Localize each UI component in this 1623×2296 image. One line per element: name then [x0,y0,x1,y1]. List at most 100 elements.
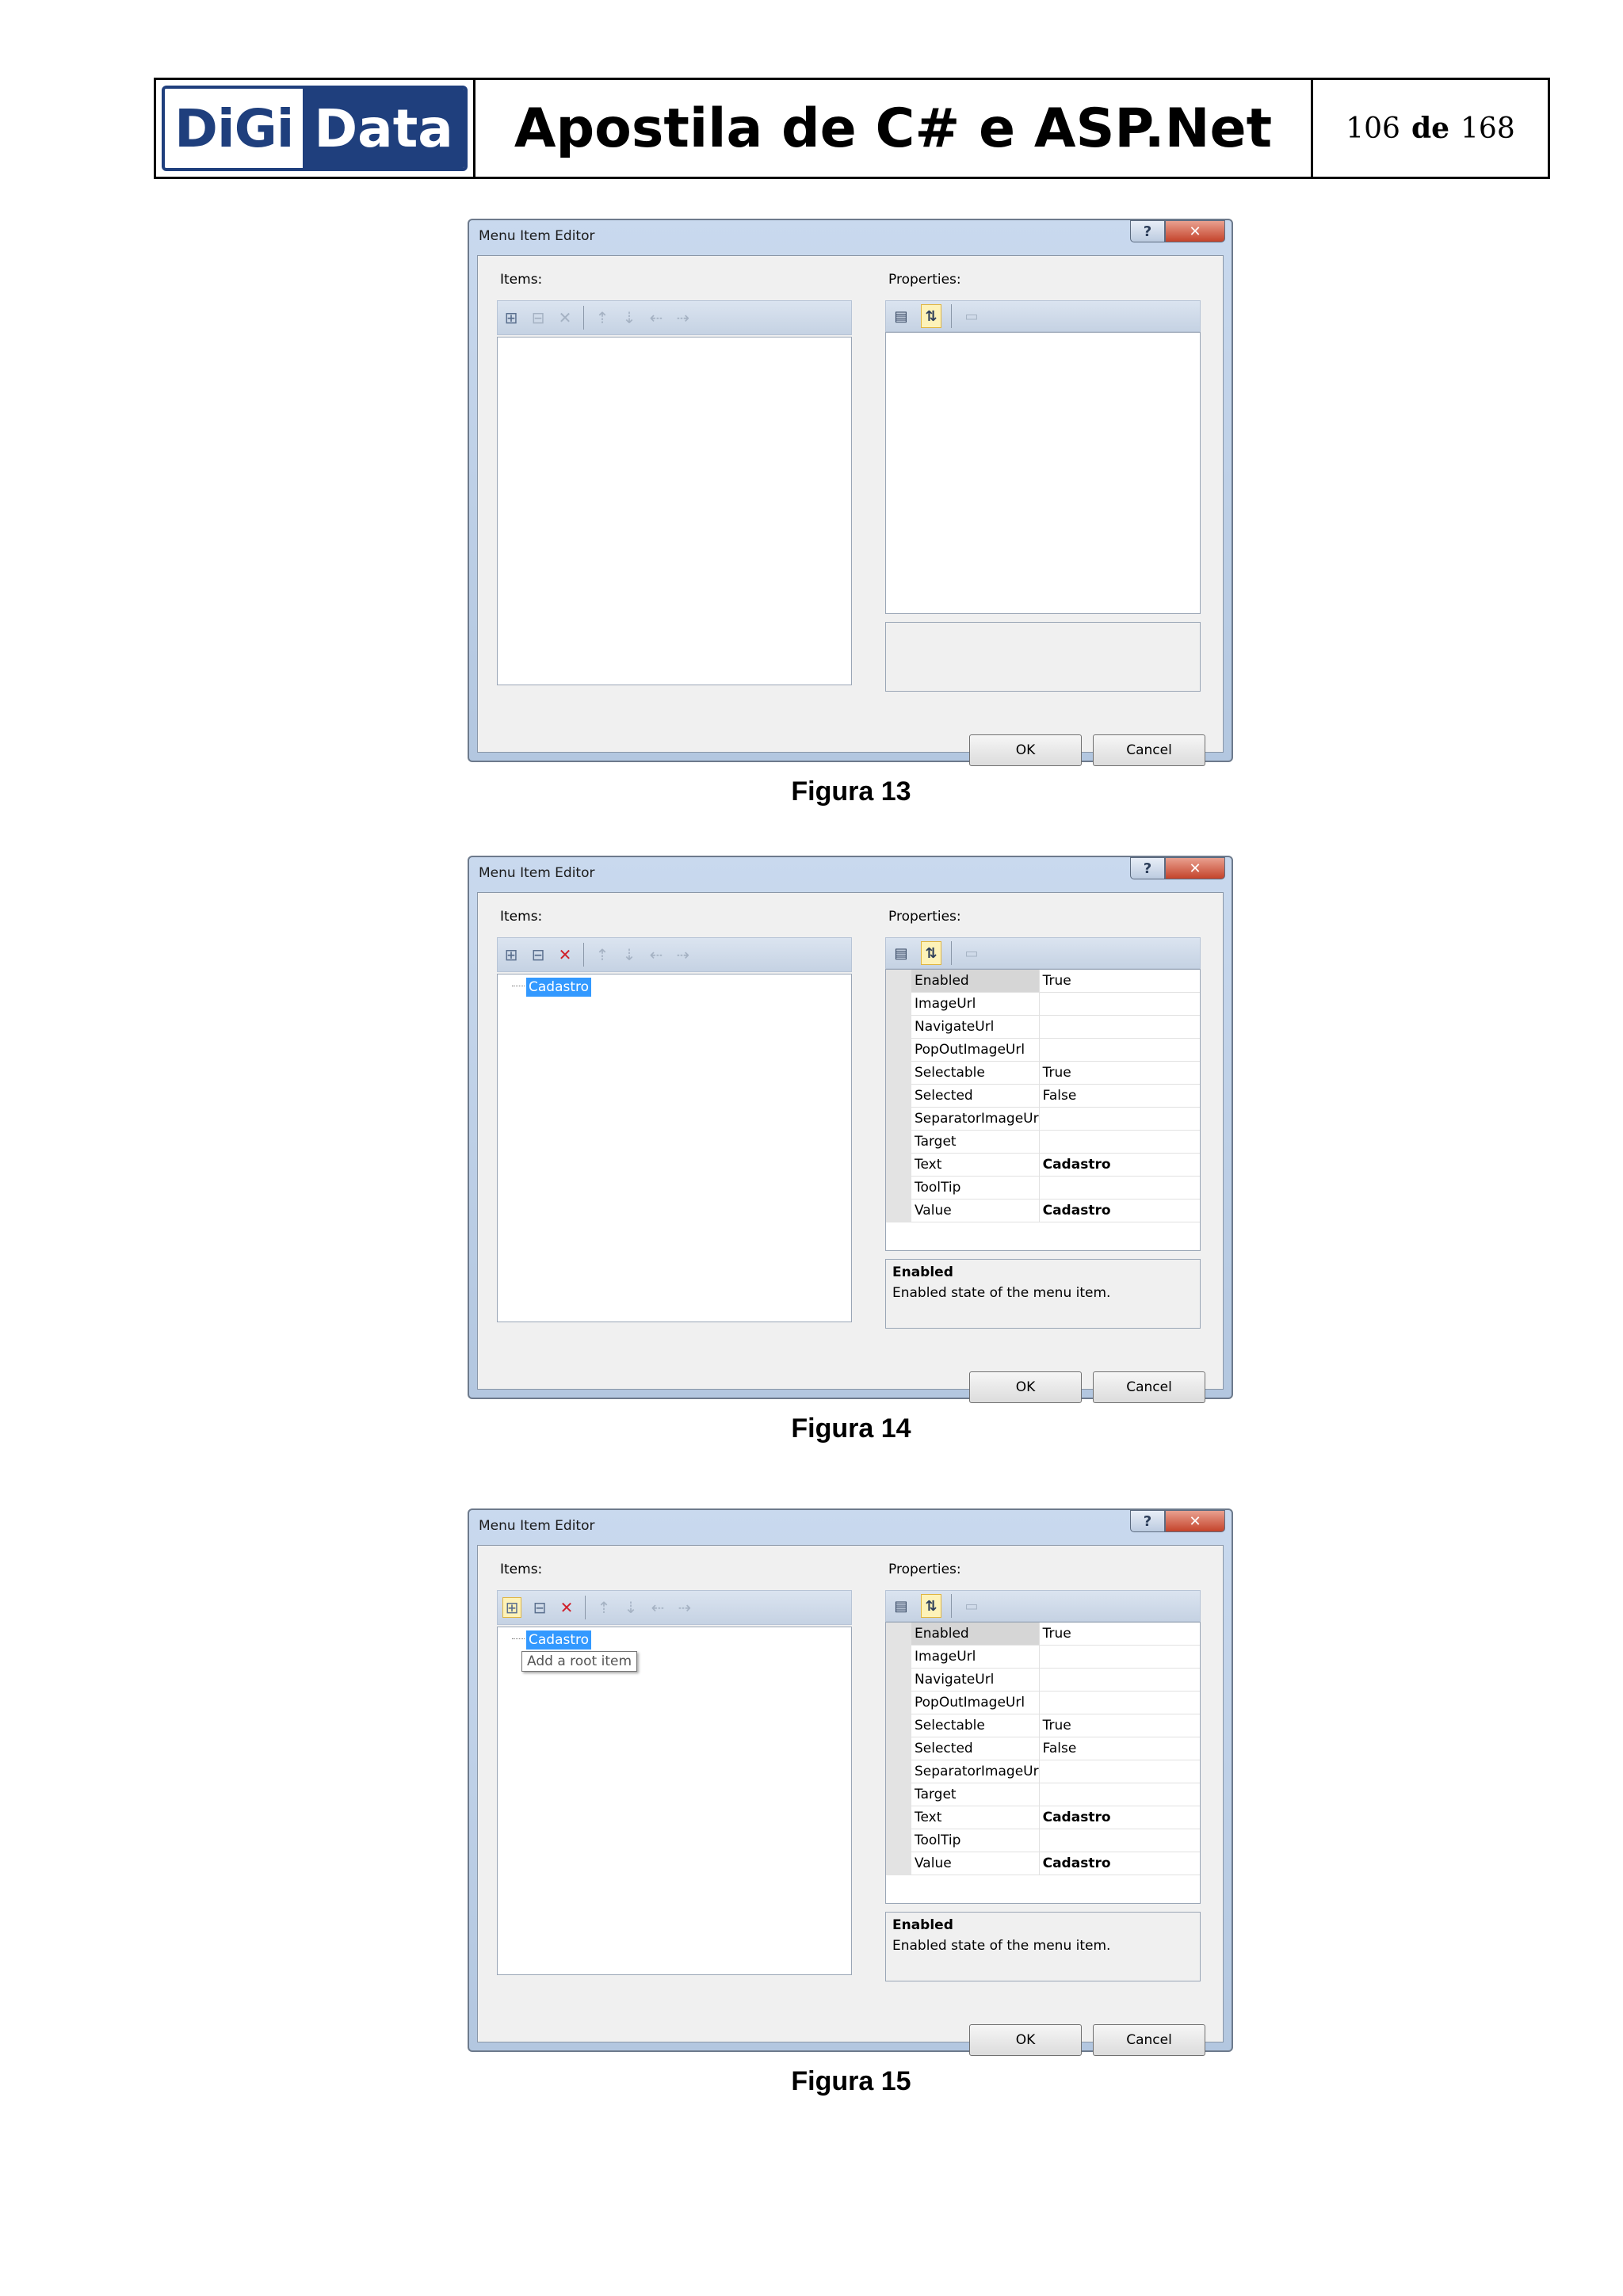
ok-button[interactable]: OK [969,1371,1082,1403]
property-value[interactable] [1039,1668,1200,1691]
add-child-item-icon[interactable]: ⊟ [531,1598,548,1617]
property-value[interactable] [1039,1176,1200,1199]
items-tree[interactable]: Cadastro [497,974,852,1322]
alphabetical-sort-icon[interactable]: ⇅ [921,1594,941,1618]
property-row[interactable]: Text Cadastro [886,1153,1200,1177]
property-value[interactable]: False [1039,1737,1200,1760]
tree-node-cadastro[interactable]: Cadastro [526,978,592,997]
indent-icon[interactable]: ⇢ [676,1598,693,1617]
outdent-icon[interactable]: ⇠ [647,945,665,964]
property-value[interactable]: Cadastro [1039,1153,1200,1177]
tree-node-cadastro[interactable]: Cadastro [526,1630,592,1650]
move-up-icon[interactable]: ⇡ [595,1598,613,1617]
property-row[interactable]: Target [886,1130,1200,1154]
alphabetical-sort-icon[interactable]: ⇅ [921,941,941,965]
property-value[interactable] [1039,1645,1200,1669]
property-row[interactable]: Value Cadastro [886,1852,1200,1875]
delete-item-icon[interactable]: ✕ [556,945,574,964]
property-row[interactable]: Text Cadastro [886,1806,1200,1829]
help-button[interactable]: ? [1130,857,1165,879]
property-row[interactable]: ImageUrl [886,992,1200,1016]
property-row[interactable]: NavigateUrl [886,1015,1200,1039]
cancel-button[interactable]: Cancel [1093,1371,1205,1403]
close-button[interactable]: ✕ [1165,857,1225,879]
properties-toolbar: ▤ ⇅ ▭ [885,1590,1201,1622]
close-button[interactable]: ✕ [1165,1510,1225,1532]
move-up-icon[interactable]: ⇡ [594,945,611,964]
move-up-icon[interactable]: ⇡ [594,308,611,327]
items-label: Items: [500,272,543,288]
property-name: Target [911,1783,1040,1806]
property-grid[interactable]: Enabled True ImageUrl NavigateUrl PopOutI… [885,1622,1201,1904]
toolbar-separator [583,943,584,967]
property-pages-icon[interactable]: ▭ [961,304,982,328]
property-row[interactable]: ImageUrl [886,1645,1200,1669]
property-value[interactable] [1039,1760,1200,1783]
property-row[interactable]: PopOutImageUrl [886,1691,1200,1714]
property-value[interactable]: True [1039,1623,1200,1646]
items-tree[interactable] [497,337,852,685]
categorized-icon[interactable]: ▤ [891,304,911,328]
property-row[interactable]: ToolTip [886,1176,1200,1199]
toolbar-separator [951,1594,952,1618]
property-value[interactable] [1039,1015,1200,1039]
indent-icon[interactable]: ⇢ [674,308,692,327]
property-value[interactable]: Cadastro [1039,1199,1200,1222]
property-row[interactable]: Selected False [886,1084,1200,1108]
add-root-item-icon[interactable]: ⊞ [502,308,520,327]
property-row[interactable]: Value Cadastro [886,1199,1200,1222]
property-pages-icon[interactable]: ▭ [961,941,982,965]
cancel-button[interactable]: Cancel [1093,734,1205,766]
add-child-item-icon[interactable]: ⊟ [529,308,547,327]
outdent-icon[interactable]: ⇠ [647,308,665,327]
move-down-icon[interactable]: ⇣ [622,1598,640,1617]
property-row[interactable]: Selectable True [886,1714,1200,1737]
add-child-item-icon[interactable]: ⊟ [529,945,547,964]
move-down-icon[interactable]: ⇣ [621,308,638,327]
property-grid[interactable]: Enabled True ImageUrl NavigateUrl PopOutI… [885,969,1201,1251]
property-row[interactable]: NavigateUrl [886,1668,1200,1691]
property-row[interactable]: Target [886,1783,1200,1806]
property-value[interactable] [1039,1038,1200,1062]
property-row[interactable]: Selected False [886,1737,1200,1760]
property-value[interactable] [1039,992,1200,1016]
add-root-item-icon[interactable]: ⊞ [502,1597,521,1618]
indent-icon[interactable]: ⇢ [674,945,692,964]
property-value[interactable]: True [1039,1061,1200,1085]
property-row[interactable]: PopOutImageUrl [886,1038,1200,1062]
property-value[interactable]: True [1039,1714,1200,1737]
help-button[interactable]: ? [1130,1510,1165,1532]
property-row[interactable]: Enabled True [886,1623,1200,1646]
property-value[interactable] [1039,1783,1200,1806]
property-row[interactable]: Enabled True [886,970,1200,993]
property-row[interactable]: SeparatorImageUr [886,1760,1200,1783]
property-value[interactable] [1039,1691,1200,1714]
help-button[interactable]: ? [1130,220,1165,242]
cancel-button[interactable]: Cancel [1093,2024,1205,2056]
property-value[interactable]: Cadastro [1039,1806,1200,1829]
categorized-icon[interactable]: ▤ [891,941,911,965]
property-value[interactable]: True [1039,970,1200,993]
property-value[interactable]: Cadastro [1039,1852,1200,1875]
property-row[interactable]: SeparatorImageUr [886,1107,1200,1131]
add-root-item-icon[interactable]: ⊞ [502,945,520,964]
ok-button[interactable]: OK [969,734,1082,766]
property-row[interactable]: Selectable True [886,1061,1200,1085]
delete-item-icon[interactable]: ✕ [556,308,574,327]
ok-button[interactable]: OK [969,2024,1082,2056]
property-value[interactable]: False [1039,1084,1200,1108]
items-tree[interactable]: Cadastro Add a root item [497,1627,852,1975]
property-table: Enabled True ImageUrl NavigateUrl PopOutI… [886,970,1200,1222]
property-value[interactable] [1039,1107,1200,1131]
close-button[interactable]: ✕ [1165,220,1225,242]
property-pages-icon[interactable]: ▭ [961,1594,982,1618]
delete-item-icon[interactable]: ✕ [558,1598,575,1617]
property-value[interactable] [1039,1829,1200,1852]
alphabetical-sort-icon[interactable]: ⇅ [921,304,941,328]
move-down-icon[interactable]: ⇣ [621,945,638,964]
property-row[interactable]: ToolTip [886,1829,1200,1852]
categorized-icon[interactable]: ▤ [891,1594,911,1618]
property-value[interactable] [1039,1130,1200,1154]
property-grid[interactable] [885,332,1201,614]
outdent-icon[interactable]: ⇠ [649,1598,666,1617]
